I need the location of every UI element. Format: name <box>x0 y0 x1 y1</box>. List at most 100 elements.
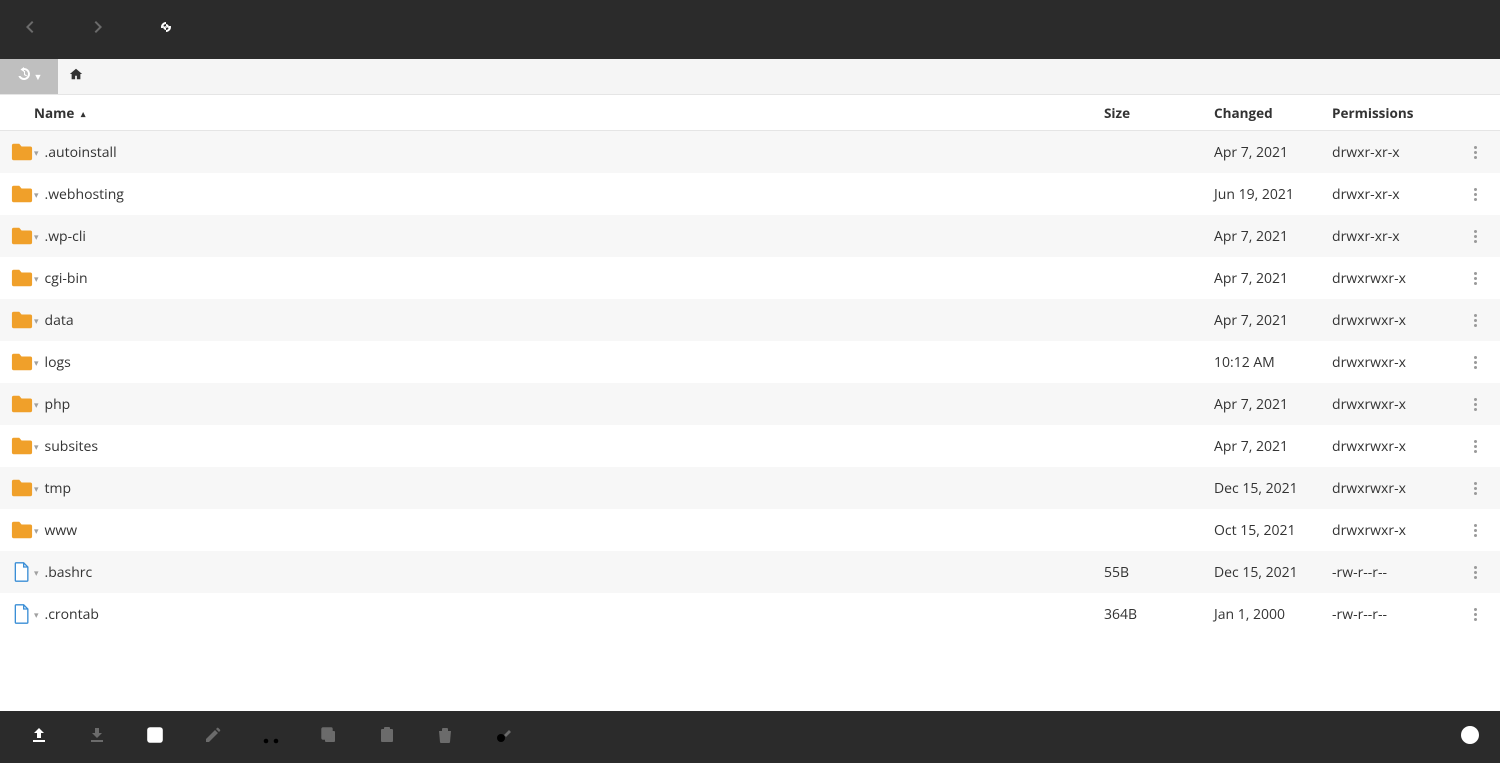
column-header-size[interactable]: Size <box>1104 104 1214 122</box>
row-menu-caret[interactable]: ▾ <box>34 356 39 369</box>
row-menu-caret[interactable]: ▾ <box>34 566 39 579</box>
cut-icon <box>262 726 280 749</box>
item-name[interactable]: .webhosting <box>45 185 124 204</box>
rename-button[interactable] <box>474 711 532 763</box>
row-menu-caret[interactable]: ▾ <box>34 440 39 453</box>
item-changed: Dec 15, 2021 <box>1214 479 1332 498</box>
download-icon <box>88 726 106 749</box>
kebab-icon <box>1474 398 1477 411</box>
row-actions-button[interactable] <box>1460 440 1490 453</box>
row-actions-button[interactable] <box>1460 272 1490 285</box>
row-menu-caret[interactable]: ▾ <box>34 188 39 201</box>
home-breadcrumb[interactable] <box>58 59 94 94</box>
folder-icon <box>10 478 34 498</box>
upload-button[interactable] <box>10 711 68 763</box>
row-actions-button[interactable] <box>1460 356 1490 369</box>
breadcrumb-bar: ▼ <box>0 59 1500 95</box>
row-menu-caret[interactable]: ▾ <box>34 608 39 621</box>
paste-button[interactable] <box>358 711 416 763</box>
item-name[interactable]: .wp-cli <box>45 227 86 246</box>
item-name[interactable]: cgi-bin <box>45 269 88 288</box>
table-row[interactable]: ▾ cgi-bin Apr 7, 2021 drwxrwxr-x <box>0 257 1500 299</box>
item-name[interactable]: logs <box>45 353 71 372</box>
row-actions-button[interactable] <box>1460 188 1490 201</box>
table-row[interactable]: ▾ subsites Apr 7, 2021 drwxrwxr-x <box>0 425 1500 467</box>
top-toolbar <box>0 0 1500 59</box>
history-button[interactable]: ▼ <box>0 59 58 94</box>
delete-icon <box>436 726 454 749</box>
table-row[interactable]: ▾ php Apr 7, 2021 drwxrwxr-x <box>0 383 1500 425</box>
row-actions-button[interactable] <box>1460 608 1490 621</box>
row-actions-button[interactable] <box>1460 398 1490 411</box>
row-actions-button[interactable] <box>1460 482 1490 495</box>
row-menu-caret[interactable]: ▾ <box>34 398 39 411</box>
download-button[interactable] <box>68 711 126 763</box>
row-menu-caret[interactable]: ▾ <box>34 146 39 159</box>
info-button[interactable] <box>1450 726 1490 749</box>
forward-button[interactable] <box>76 0 120 59</box>
item-name[interactable]: subsites <box>45 437 99 456</box>
item-changed: Jun 19, 2021 <box>1214 185 1332 204</box>
home-icon <box>69 67 83 86</box>
table-row[interactable]: ▾ www Oct 15, 2021 drwxrwxr-x <box>0 509 1500 551</box>
file-icon <box>10 604 34 624</box>
edit-button[interactable] <box>184 711 242 763</box>
rename-icon <box>494 726 512 749</box>
bottom-toolbar <box>0 711 1500 763</box>
column-header-permissions[interactable]: Permissions <box>1332 104 1460 122</box>
item-name[interactable]: php <box>45 395 71 414</box>
row-actions-button[interactable] <box>1460 314 1490 327</box>
item-size: 55B <box>1104 563 1214 582</box>
file-icon <box>10 562 34 582</box>
table-row[interactable]: ▾ logs 10:12 AM drwxrwxr-x <box>0 341 1500 383</box>
new-button[interactable] <box>126 711 184 763</box>
table-row[interactable]: ▾ .crontab 364B Jan 1, 2000 -rw-r--r-- <box>0 593 1500 635</box>
copy-button[interactable] <box>300 711 358 763</box>
item-changed: Apr 7, 2021 <box>1214 269 1332 288</box>
item-permissions: drwxrwxr-x <box>1332 395 1460 414</box>
row-actions-button[interactable] <box>1460 230 1490 243</box>
upload-icon <box>30 726 48 749</box>
table-row[interactable]: ▾ tmp Dec 15, 2021 drwxrwxr-x <box>0 467 1500 509</box>
item-permissions: drwxrwxr-x <box>1332 521 1460 540</box>
item-name[interactable]: tmp <box>45 479 72 498</box>
row-menu-caret[interactable]: ▾ <box>34 314 39 327</box>
delete-button[interactable] <box>416 711 474 763</box>
row-actions-button[interactable] <box>1460 566 1490 579</box>
item-name[interactable]: www <box>45 521 78 540</box>
copy-icon <box>320 726 338 749</box>
table-row[interactable]: ▾ .bashrc 55B Dec 15, 2021 -rw-r--r-- <box>0 551 1500 593</box>
table-row[interactable]: ▾ .webhosting Jun 19, 2021 drwxr-xr-x <box>0 173 1500 215</box>
row-actions-button[interactable] <box>1460 524 1490 537</box>
item-permissions: drwxrwxr-x <box>1332 479 1460 498</box>
item-name[interactable]: data <box>45 311 74 330</box>
refresh-button[interactable] <box>144 0 188 59</box>
column-header-changed[interactable]: Changed <box>1214 104 1332 122</box>
item-name[interactable]: .crontab <box>45 605 99 624</box>
item-changed: Apr 7, 2021 <box>1214 311 1332 330</box>
row-menu-caret[interactable]: ▾ <box>34 524 39 537</box>
row-menu-caret[interactable]: ▾ <box>34 230 39 243</box>
item-permissions: drwxr-xr-x <box>1332 227 1460 246</box>
folder-icon <box>10 394 34 414</box>
table-row[interactable]: ▾ data Apr 7, 2021 drwxrwxr-x <box>0 299 1500 341</box>
table-row[interactable]: ▾ .autoinstall Apr 7, 2021 drwxr-xr-x <box>0 131 1500 173</box>
row-actions-button[interactable] <box>1460 146 1490 159</box>
row-menu-caret[interactable]: ▾ <box>34 482 39 495</box>
folder-icon <box>10 436 34 456</box>
folder-icon <box>10 268 34 288</box>
table-header: Name ▴ Size Changed Permissions <box>0 95 1500 131</box>
kebab-icon <box>1474 188 1477 201</box>
item-name[interactable]: .bashrc <box>45 563 93 582</box>
row-menu-caret[interactable]: ▾ <box>34 272 39 285</box>
item-name[interactable]: .autoinstall <box>45 143 117 162</box>
item-size: 364B <box>1104 605 1214 624</box>
column-header-name[interactable]: Name ▴ <box>10 104 1104 122</box>
cut-button[interactable] <box>242 711 300 763</box>
table-row[interactable]: ▾ .wp-cli Apr 7, 2021 drwxr-xr-x <box>0 215 1500 257</box>
item-changed: Oct 15, 2021 <box>1214 521 1332 540</box>
column-permissions-label: Permissions <box>1332 104 1413 122</box>
kebab-icon <box>1474 314 1477 327</box>
kebab-icon <box>1474 608 1477 621</box>
back-button[interactable] <box>8 0 52 59</box>
